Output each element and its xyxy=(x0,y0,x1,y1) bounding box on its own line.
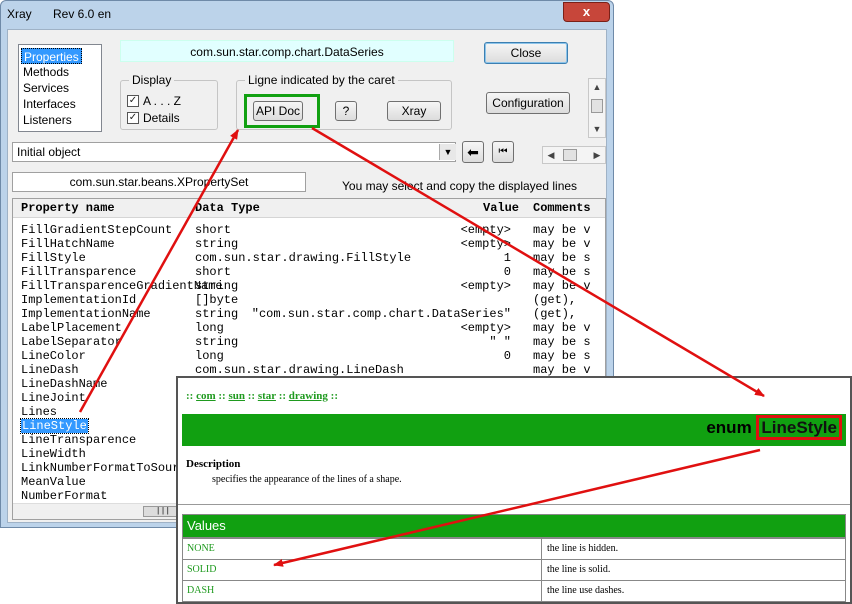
arrow-apidoc-to-title xyxy=(311,126,765,398)
arrow-title-to-solid xyxy=(273,448,761,567)
arrow-linestyle-to-apidoc xyxy=(78,129,240,413)
annotation-arrows xyxy=(78,126,765,567)
